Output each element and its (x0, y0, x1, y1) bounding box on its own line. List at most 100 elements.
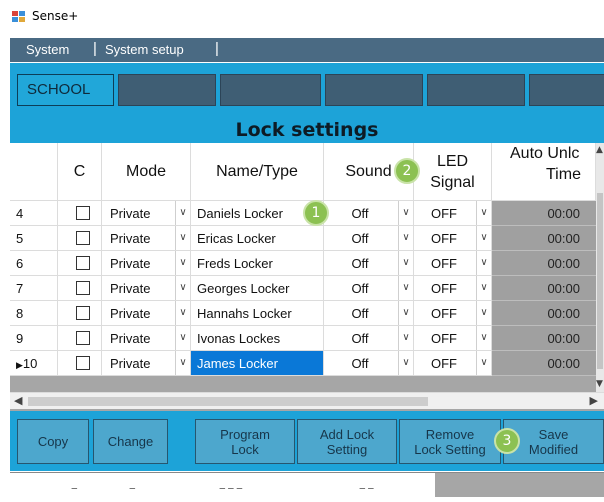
mode-dropdown[interactable]: Private ∨ (102, 301, 191, 326)
tab-empty-4[interactable] (427, 74, 525, 106)
triangle-left-icon[interactable]: ◀ (14, 394, 22, 407)
row-number[interactable]: 8 (10, 301, 58, 326)
table-row[interactable]: 9 Private ∨ Ivonas Lockes Off ∨ OFF ∨ 00:00 (10, 326, 596, 351)
header-mode[interactable]: Mode (102, 143, 191, 201)
chevron-down-icon[interactable]: ∨ (476, 351, 491, 375)
table-row[interactable]: 5 Private ∨ Ericas Locker Off ∨ OFF ∨ 00:00 (10, 226, 596, 251)
chevron-down-icon[interactable]: ∨ (175, 301, 190, 325)
name-type-field[interactable]: James Locker (191, 351, 324, 376)
chevron-down-icon[interactable]: ∨ (175, 276, 190, 300)
tab-empty-2[interactable] (220, 74, 321, 106)
copy-button[interactable]: Copy (17, 419, 89, 464)
row-checkbox[interactable] (76, 256, 90, 270)
program-lock-button[interactable]: Program Lock (195, 419, 295, 464)
tab-school[interactable]: SCHOOL (17, 74, 114, 106)
sound-dropdown[interactable]: Off ∨ (324, 301, 414, 326)
chevron-down-icon[interactable]: ∨ (398, 201, 413, 225)
sound-dropdown[interactable]: Off ∨ (324, 251, 414, 276)
chevron-down-icon[interactable]: ∨ (476, 226, 491, 250)
row-number[interactable]: 4 (10, 201, 58, 226)
triangle-up-icon[interactable]: ▲ (596, 145, 603, 155)
chevron-down-icon[interactable]: ∨ (175, 251, 190, 275)
mode-dropdown[interactable]: Private ∨ (102, 326, 191, 351)
remove-lock-setting-button[interactable]: Remove Lock Setting (399, 419, 501, 464)
chevron-down-icon[interactable]: ∨ (398, 351, 413, 375)
auto-unlock-time-field[interactable]: 00:00 (492, 201, 596, 226)
table-row[interactable]: 8 Private ∨ Hannahs Locker Off ∨ OFF ∨ 00:00 (10, 301, 596, 326)
row-number[interactable]: 7 (10, 276, 58, 301)
mode-dropdown[interactable]: Private ∨ (102, 251, 191, 276)
sound-dropdown[interactable]: Off ∨ (324, 201, 414, 226)
name-type-field[interactable]: Ericas Locker (191, 226, 324, 251)
checkbox-cell[interactable] (58, 226, 102, 251)
row-number[interactable]: 6 (10, 251, 58, 276)
sound-dropdown[interactable]: Off ∨ (324, 351, 414, 376)
header-name-type[interactable]: Name/Type (191, 143, 324, 201)
vertical-scroll-thumb[interactable] (597, 193, 603, 369)
auto-unlock-time-field[interactable]: 00:00 (492, 351, 596, 376)
checkbox-cell[interactable] (58, 351, 102, 376)
auto-unlock-time-field[interactable]: 00:00 (492, 226, 596, 251)
led-signal-dropdown[interactable]: OFF ∨ (414, 226, 492, 251)
sound-dropdown[interactable]: Off ∨ (324, 276, 414, 301)
mode-dropdown[interactable]: Private ∨ (102, 351, 191, 376)
triangle-down-icon[interactable]: ▼ (596, 379, 603, 389)
chevron-down-icon[interactable]: ∨ (398, 226, 413, 250)
name-type-field[interactable]: Freds Locker (191, 251, 324, 276)
chevron-down-icon[interactable]: ∨ (476, 301, 491, 325)
led-signal-dropdown[interactable]: OFF ∨ (414, 301, 492, 326)
triangle-right-icon[interactable]: ▶ (590, 394, 598, 407)
row-number[interactable]: 5 (10, 226, 58, 251)
row-checkbox[interactable] (76, 281, 90, 295)
led-signal-dropdown[interactable]: OFF ∨ (414, 251, 492, 276)
name-type-field[interactable]: Ivonas Lockes (191, 326, 324, 351)
chevron-down-icon[interactable]: ∨ (175, 201, 190, 225)
table-row[interactable]: 6 Private ∨ Freds Locker Off ∨ OFF ∨ 00:00 (10, 251, 596, 276)
auto-unlock-time-field[interactable]: 00:00 (492, 276, 596, 301)
auto-unlock-time-field[interactable]: 00:00 (492, 251, 596, 276)
led-signal-dropdown[interactable]: OFF ∨ (414, 351, 492, 376)
name-type-field[interactable]: Georges Locker (191, 276, 324, 301)
horizontal-scrollbar[interactable]: ◀ ▶ (10, 392, 604, 409)
horizontal-scroll-thumb[interactable] (28, 397, 428, 406)
chevron-down-icon[interactable]: ∨ (398, 251, 413, 275)
chevron-down-icon[interactable]: ∨ (476, 201, 491, 225)
chevron-down-icon[interactable]: ∨ (476, 251, 491, 275)
change-button[interactable]: Change (93, 419, 168, 464)
tab-empty-5[interactable] (529, 74, 604, 106)
table-row[interactable]: ▶10 Private ∨ James Locker Off ∨ OFF ∨ 00:00 (10, 351, 596, 376)
header-c[interactable]: C (58, 143, 102, 201)
mode-dropdown[interactable]: Private ∨ (102, 201, 191, 226)
chevron-down-icon[interactable]: ∨ (398, 326, 413, 350)
checkbox-cell[interactable] (58, 301, 102, 326)
row-checkbox[interactable] (76, 306, 90, 320)
row-number[interactable]: ▶10 (10, 351, 58, 376)
menu-item-system-setup[interactable]: System setup (105, 42, 184, 57)
name-type-field[interactable]: Hannahs Locker (191, 301, 324, 326)
row-checkbox[interactable] (76, 206, 90, 220)
mode-dropdown[interactable]: Private ∨ (102, 276, 191, 301)
tab-empty-3[interactable] (325, 74, 423, 106)
auto-unlock-time-field[interactable]: 00:00 (492, 301, 596, 326)
row-checkbox[interactable] (76, 231, 90, 245)
led-signal-dropdown[interactable]: OFF ∨ (414, 201, 492, 226)
add-lock-setting-button[interactable]: Add Lock Setting (297, 419, 397, 464)
chevron-down-icon[interactable]: ∨ (476, 276, 491, 300)
led-signal-dropdown[interactable]: OFF ∨ (414, 326, 492, 351)
chevron-down-icon[interactable]: ∨ (476, 326, 491, 350)
sound-dropdown[interactable]: Off ∨ (324, 226, 414, 251)
led-signal-dropdown[interactable]: OFF ∨ (414, 276, 492, 301)
row-checkbox[interactable] (76, 356, 90, 370)
chevron-down-icon[interactable]: ∨ (175, 351, 190, 375)
chevron-down-icon[interactable]: ∨ (398, 301, 413, 325)
sound-dropdown[interactable]: Off ∨ (324, 326, 414, 351)
row-checkbox[interactable] (76, 331, 90, 345)
header-led-signal[interactable]: LED Signal (414, 143, 492, 201)
vertical-scrollbar[interactable]: ▲ ▼ (596, 143, 604, 396)
row-number[interactable]: 9 (10, 326, 58, 351)
checkbox-cell[interactable] (58, 201, 102, 226)
checkbox-cell[interactable] (58, 276, 102, 301)
auto-unlock-time-field[interactable]: 00:00 (492, 326, 596, 351)
tab-empty-1[interactable] (118, 74, 216, 106)
table-row[interactable]: 7 Private ∨ Georges Locker Off ∨ OFF ∨ 00:00 (10, 276, 596, 301)
